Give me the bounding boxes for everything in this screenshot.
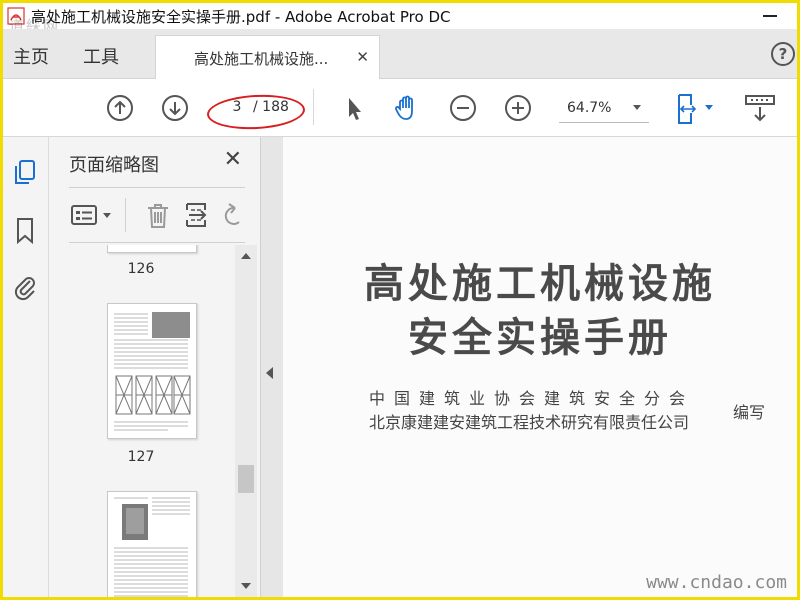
zoom-in-icon[interactable] [503, 93, 533, 123]
zoom-value: 64.7% [567, 100, 612, 116]
document-title-line2: 安全实操手册 [408, 315, 672, 361]
left-navigation-rail [3, 137, 49, 597]
options-menu-icon[interactable] [69, 200, 115, 230]
next-page-icon[interactable] [160, 93, 190, 123]
toolbar: 3 / 188 64.7% [3, 79, 797, 137]
watermark-bottom-right: www.cndao.com [646, 572, 787, 593]
red-annotation-circle [206, 92, 306, 132]
document-compiled-by: 编写 [733, 403, 766, 422]
menu-bar: 主页 工具 高处施工机械设施... ✕ ? [3, 29, 797, 80]
attachments-icon[interactable] [11, 271, 39, 301]
thumbnail-page-127[interactable] [107, 303, 197, 439]
thumbnail-tools [69, 187, 245, 243]
tools-divider [125, 198, 126, 232]
zoom-out-icon[interactable] [448, 93, 478, 123]
toolbar-divider [313, 89, 314, 125]
previous-page-icon[interactable] [105, 93, 135, 123]
zoom-dropdown[interactable]: 64.7% [559, 93, 649, 123]
title-bar: 高处施工机械设施安全实操手册.pdf - Adobe Acrobat Pro D… [3, 3, 797, 29]
chevron-down-icon [633, 105, 641, 110]
document-author-line1: 中国建筑业协会建筑安全分会 [369, 389, 695, 408]
thumbnail-page-128[interactable] [107, 491, 197, 597]
document-tab-label: 高处施工机械设施... [194, 49, 329, 68]
window-title: 高处施工机械设施安全实操手册.pdf - Adobe Acrobat Pro D… [31, 7, 451, 26]
acrobat-window: 高处施工机械设施安全实操手册.pdf - Adobe Acrobat Pro D… [3, 3, 797, 597]
thumbnail-page-126[interactable] [107, 245, 197, 253]
thumbnail-list: 126 127 [49, 245, 233, 597]
insert-page-icon[interactable] [183, 200, 213, 230]
scroll-thumb[interactable] [238, 465, 254, 493]
collapse-panel-icon[interactable] [266, 367, 273, 379]
rotate-page-icon[interactable] [221, 200, 245, 230]
thumbnail-scrollbar[interactable] [235, 245, 257, 597]
panel-title: 页面缩略图 [69, 155, 159, 176]
bookmarks-icon[interactable] [11, 215, 39, 245]
document-view: 高处施工机械设施 安全实操手册 中国建筑业协会建筑安全分会 北京康建建安建筑工程… [261, 137, 797, 597]
close-tab-icon[interactable]: ✕ [356, 48, 369, 66]
document-tab[interactable]: 高处施工机械设施... ✕ [155, 35, 380, 80]
scroll-up-icon[interactable] [241, 253, 251, 259]
thumbnail-label-127: 127 [127, 449, 155, 465]
help-icon[interactable]: ? [771, 42, 795, 66]
thumbnail-label-126: 126 [127, 261, 155, 277]
menu-tools[interactable]: 工具 [83, 43, 119, 69]
document-title-line1: 高处施工机械设施 [364, 261, 716, 307]
fit-page-icon[interactable] [673, 93, 717, 124]
select-cursor-icon[interactable] [339, 93, 369, 123]
minimize-button[interactable] [763, 15, 777, 17]
scroll-down-icon[interactable] [241, 583, 251, 589]
page-thumbnails-icon[interactable] [11, 157, 39, 187]
close-panel-icon[interactable]: ✕ [224, 147, 242, 172]
document-page: 高处施工机械设施 安全实操手册 中国建筑业协会建筑安全分会 北京康建建安建筑工程… [283, 137, 797, 597]
scroll-mode-icon[interactable] [743, 93, 777, 123]
document-author-line2: 北京康建建安建筑工程技术研究有限责任公司 [369, 413, 690, 432]
delete-page-icon[interactable] [143, 200, 173, 230]
hand-tool-icon[interactable] [392, 93, 422, 123]
menu-home[interactable]: 主页 [13, 43, 49, 69]
thumbnails-panel: 页面缩略图 ✕ 126 127 [49, 137, 261, 597]
